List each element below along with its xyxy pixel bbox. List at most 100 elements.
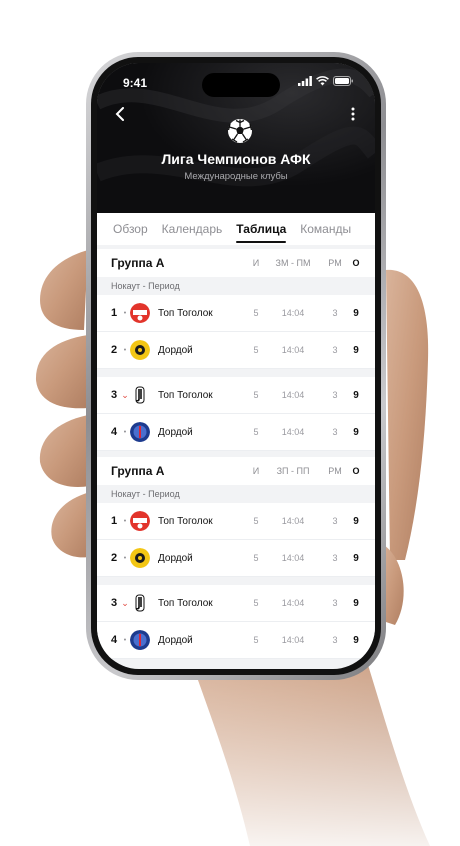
phone-bezel: 9:41 Лига Чемпионов АФК Международные кл…: [91, 57, 381, 675]
col-played: И: [252, 466, 260, 476]
played-value: 5: [253, 345, 259, 355]
trend-dot-icon: •: [123, 309, 127, 317]
row-separator: [97, 369, 375, 377]
col-played: И: [252, 258, 260, 268]
team-name: Дордой: [158, 552, 193, 564]
back-button[interactable]: [115, 107, 125, 126]
points-value: 9: [353, 389, 359, 401]
points-value: 9: [353, 515, 359, 527]
col-diff: РМ: [328, 258, 342, 268]
team-name: Дордой: [158, 634, 193, 646]
chevron-left-icon: [115, 107, 124, 121]
status-bar: 9:41: [97, 73, 375, 97]
played-value: 5: [253, 598, 259, 608]
score-value: 14:04: [281, 345, 305, 355]
score-value: 14:04: [281, 390, 305, 400]
row-position: 1: [111, 307, 118, 319]
trend-down-icon: ⌄: [121, 597, 129, 608]
table-row[interactable]: 2 • Дордой 5 14:04 3 9: [97, 332, 375, 369]
col-goals: ЗМ - ПМ: [275, 258, 311, 268]
group-title: Группа A: [111, 464, 165, 478]
row-position: 4: [111, 634, 118, 646]
table-row[interactable]: 3 ⌄ Топ Тоголок 5 14:04 3 9: [97, 377, 375, 414]
points-value: 9: [353, 307, 359, 319]
standings-content: Группа A И ЗМ - ПМ РМ О Нокаут - Период …: [97, 249, 375, 669]
col-diff: РМ: [328, 466, 342, 476]
team-name: Дордой: [158, 344, 193, 356]
tab-overview[interactable]: Обзор: [113, 213, 148, 245]
played-value: 5: [253, 308, 259, 318]
tab-table[interactable]: Таблица: [236, 213, 287, 245]
diff-value: 3: [332, 427, 338, 437]
row-separator: [97, 577, 375, 585]
team-name: Топ Тоголок: [158, 307, 213, 319]
score-value: 14:04: [281, 598, 305, 608]
soccer-ball-icon: [227, 119, 253, 143]
diff-value: 3: [332, 635, 338, 645]
table-row[interactable]: 3 ⌄ Топ Тоголок 5 14:04 3 9: [97, 585, 375, 622]
juventus-crest-icon: [130, 593, 150, 613]
red-crest-icon: [130, 303, 150, 323]
team-name: Дордой: [158, 426, 193, 438]
yellow-crest-icon: [130, 340, 150, 360]
table-row[interactable]: 1 • Топ Тоголок 5 14:04 3 9: [97, 503, 375, 540]
played-value: 5: [253, 516, 259, 526]
tab-bar: Обзор Календарь Таблица Команды: [97, 213, 375, 245]
tab-teams[interactable]: Команды: [300, 213, 351, 245]
diff-value: 3: [332, 516, 338, 526]
period-label: Нокаут - Период: [97, 277, 375, 295]
battery-icon: [333, 76, 353, 86]
trend-dot-icon: •: [123, 428, 127, 436]
row-position: 3: [111, 389, 118, 401]
table-row[interactable]: 4 • Дордой 5 14:04 3 9: [97, 414, 375, 451]
yellow-crest-icon: [130, 548, 150, 568]
diff-value: 3: [332, 308, 338, 318]
diff-value: 3: [332, 598, 338, 608]
system-icons: [298, 76, 353, 86]
group-header: Группа A И ЗМ - ПМ РМ О: [97, 249, 375, 277]
trend-dot-icon: •: [123, 346, 127, 354]
row-position: 4: [111, 426, 118, 438]
psg-crest-icon: [130, 630, 150, 650]
points-value: 9: [353, 344, 359, 356]
points-value: 9: [353, 597, 359, 609]
row-position: 2: [111, 552, 118, 564]
team-name: Топ Тоголок: [158, 389, 213, 401]
status-time: 9:41: [123, 76, 148, 90]
team-name: Топ Тоголок: [158, 597, 213, 609]
period-label: Нокаут - Период: [97, 485, 375, 503]
dynamic-island: [202, 73, 280, 97]
diff-value: 3: [332, 390, 338, 400]
signal-icon: [298, 76, 312, 86]
more-vertical-icon: [351, 107, 355, 121]
played-value: 5: [253, 390, 259, 400]
group-title: Группа A: [111, 256, 165, 270]
diff-value: 3: [332, 345, 338, 355]
score-value: 14:04: [281, 308, 305, 318]
red-crest-icon: [130, 511, 150, 531]
more-button[interactable]: [351, 107, 355, 124]
trend-down-icon: ⌄: [121, 389, 129, 400]
trend-dot-icon: •: [123, 517, 127, 525]
league-header: 9:41 Лига Чемпионов АФК Международные кл…: [97, 63, 375, 213]
diff-value: 3: [332, 553, 338, 563]
team-name: Топ Тоголок: [158, 515, 213, 527]
table-row[interactable]: 1 • Топ Тоголок 5 14:04 3 9: [97, 295, 375, 332]
stage: 9:41 Лига Чемпионов АФК Международные кл…: [0, 0, 460, 846]
score-value: 14:04: [281, 635, 305, 645]
table-row[interactable]: 2 • Дордой 5 14:04 3 9: [97, 540, 375, 577]
league-title: Лига Чемпионов АФК: [161, 151, 311, 167]
row-position: 3: [111, 597, 118, 609]
col-points: О: [352, 258, 360, 268]
col-points: О: [352, 466, 360, 476]
points-value: 9: [353, 552, 359, 564]
league-subtitle: Международные клубы: [184, 171, 288, 182]
points-value: 9: [353, 426, 359, 438]
tab-calendar[interactable]: Календарь: [162, 213, 223, 245]
row-position: 1: [111, 515, 118, 527]
played-value: 5: [253, 427, 259, 437]
played-value: 5: [253, 553, 259, 563]
table-row[interactable]: 4 • Дордой 5 14:04 3 9: [97, 622, 375, 659]
trend-dot-icon: •: [123, 636, 127, 644]
points-value: 9: [353, 634, 359, 646]
